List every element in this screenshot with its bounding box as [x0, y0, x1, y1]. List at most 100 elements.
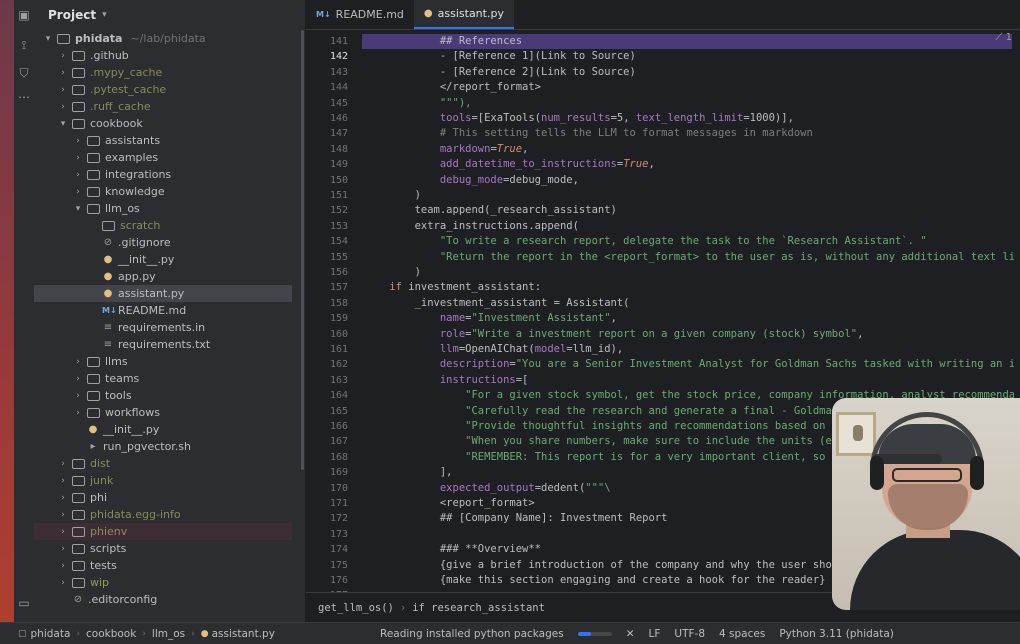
- code-line[interactable]: markdown=True,: [364, 142, 1014, 157]
- crumb-assistant-py[interactable]: assistant.py: [212, 628, 275, 640]
- project-panel-header[interactable]: Project ▾: [34, 0, 305, 30]
- tree-item[interactable]: › .github: [34, 47, 292, 64]
- crumb-cookbook[interactable]: cookbook: [86, 628, 136, 640]
- tree-item[interactable]: ● __init__.py: [34, 251, 292, 268]
- chevron-down-icon[interactable]: ▾: [42, 34, 54, 44]
- chevron-right-icon[interactable]: ›: [72, 153, 84, 163]
- tree-item[interactable]: ▾ cookbook: [34, 115, 292, 132]
- tree-item[interactable]: ▸ run_pgvector.sh: [34, 438, 292, 455]
- tree-item[interactable]: › wip: [34, 574, 292, 591]
- breadcrumb-condition[interactable]: if research_assistant: [412, 602, 545, 614]
- tree-item[interactable]: › tests: [34, 557, 292, 574]
- code-line[interactable]: debug_mode=debug_mode,: [364, 173, 1014, 188]
- chevron-right-icon[interactable]: ›: [57, 578, 69, 588]
- tree-item[interactable]: › assistants: [34, 132, 292, 149]
- tree-item[interactable]: › .mypy_cache: [34, 64, 292, 81]
- tree-item[interactable]: › scripts: [34, 540, 292, 557]
- code-line[interactable]: # This setting tells the LLM to format m…: [364, 126, 1014, 141]
- tree-item[interactable]: › phi: [34, 489, 292, 506]
- code-line[interactable]: ## References: [362, 34, 1012, 50]
- tree-item[interactable]: ● __init__.py: [34, 421, 292, 438]
- chevron-down-icon[interactable]: ▾: [102, 10, 107, 20]
- chevron-right-icon[interactable]: ›: [57, 544, 69, 554]
- code-line[interactable]: ): [364, 265, 1014, 280]
- chevron-right-icon[interactable]: ›: [57, 102, 69, 112]
- inspection-widget[interactable]: ⟋ 1: [995, 32, 1012, 43]
- code-line[interactable]: name="Investment Assistant",: [364, 311, 1014, 326]
- code-line[interactable]: llm=OpenAIChat(model=llm_id),: [364, 342, 1014, 357]
- code-line[interactable]: "Return the report in the <report_format…: [364, 250, 1014, 265]
- chevron-right-icon[interactable]: ›: [72, 357, 84, 367]
- tree-item[interactable]: › phidata.egg-info: [34, 506, 292, 523]
- tree-item[interactable]: › knowledge: [34, 183, 292, 200]
- code-line[interactable]: </report_format>: [364, 80, 1014, 95]
- tree-item[interactable]: M↓ README.md: [34, 302, 292, 319]
- code-line[interactable]: role="Write a investment report on a giv…: [364, 327, 1014, 342]
- tree-item[interactable]: ▾ phidata ~/lab/phidata: [34, 30, 292, 47]
- code-line[interactable]: """),: [364, 96, 1014, 111]
- tree-item[interactable]: scratch: [34, 217, 292, 234]
- breadcrumb-function[interactable]: get_llm_os(): [318, 602, 394, 614]
- tree-item[interactable]: › integrations: [34, 166, 292, 183]
- code-line[interactable]: _investment_assistant = Assistant(: [364, 296, 1014, 311]
- code-line[interactable]: if investment_assistant:: [364, 280, 1014, 295]
- chevron-right-icon[interactable]: ›: [57, 493, 69, 503]
- tree-item[interactable]: › junk: [34, 472, 292, 489]
- chevron-right-icon[interactable]: ›: [57, 527, 69, 537]
- chevron-right-icon[interactable]: ›: [72, 170, 84, 180]
- chevron-right-icon[interactable]: ›: [72, 187, 84, 197]
- tree-item[interactable]: › teams: [34, 370, 292, 387]
- tree-item[interactable]: ● assistant.py: [34, 285, 292, 302]
- tree-item[interactable]: › phienv: [34, 523, 292, 540]
- tree-item[interactable]: › workflows: [34, 404, 292, 421]
- tree-item[interactable]: › .ruff_cache: [34, 98, 292, 115]
- tree-item[interactable]: ≡ requirements.in: [34, 319, 292, 336]
- close-icon[interactable]: ✕: [626, 628, 635, 640]
- background-task[interactable]: Reading installed python packages: [380, 628, 564, 640]
- tree-item[interactable]: ● app.py: [34, 268, 292, 285]
- bookmark-icon[interactable]: ⛉: [17, 66, 31, 80]
- chevron-down-icon[interactable]: ▾: [72, 204, 84, 214]
- chevron-right-icon[interactable]: ›: [72, 408, 84, 418]
- chevron-right-icon[interactable]: ›: [72, 391, 84, 401]
- commit-icon[interactable]: ⟟: [17, 38, 31, 52]
- code-line[interactable]: "To write a research report, delegate th…: [364, 234, 1014, 249]
- chevron-right-icon[interactable]: ›: [57, 510, 69, 520]
- code-line[interactable]: ): [364, 188, 1014, 203]
- code-line[interactable]: description="You are a Senior Investment…: [364, 357, 1014, 372]
- tree-item[interactable]: › tools: [34, 387, 292, 404]
- chevron-right-icon[interactable]: ›: [57, 476, 69, 486]
- code-line[interactable]: extra_instructions.append(: [364, 219, 1014, 234]
- code-line[interactable]: - [Reference 1](Link to Source): [364, 49, 1014, 64]
- line-separator[interactable]: LF: [649, 628, 661, 640]
- code-line[interactable]: - [Reference 2](Link to Source): [364, 65, 1014, 80]
- tree-item[interactable]: › llms: [34, 353, 292, 370]
- code-line[interactable]: team.append(_research_assistant): [364, 203, 1014, 218]
- tree-scrollbar[interactable]: [301, 30, 304, 470]
- chevron-right-icon[interactable]: ›: [57, 85, 69, 95]
- chevron-down-icon[interactable]: ▾: [57, 119, 69, 129]
- code-line[interactable]: instructions=[: [364, 373, 1014, 388]
- tree-item[interactable]: › dist: [34, 455, 292, 472]
- tree-item[interactable]: ⊘ .editorconfig: [34, 591, 292, 608]
- chevron-right-icon[interactable]: ›: [72, 136, 84, 146]
- tree-item[interactable]: ≡ requirements.txt: [34, 336, 292, 353]
- chevron-right-icon[interactable]: ›: [57, 68, 69, 78]
- python-interpreter[interactable]: Python 3.11 (phidata): [779, 628, 894, 640]
- file-encoding[interactable]: UTF-8: [674, 628, 705, 640]
- indent-setting[interactable]: 4 spaces: [719, 628, 765, 640]
- folder-icon[interactable]: ▣: [17, 8, 31, 22]
- terminal-icon[interactable]: ▭: [17, 596, 31, 610]
- crumb-phidata[interactable]: phidata: [31, 628, 71, 640]
- crumb-llm-os[interactable]: llm_os: [152, 628, 185, 640]
- chevron-right-icon[interactable]: ›: [57, 561, 69, 571]
- chevron-right-icon[interactable]: ›: [57, 51, 69, 61]
- chevron-right-icon[interactable]: ›: [72, 374, 84, 384]
- tree-item[interactable]: › .pytest_cache: [34, 81, 292, 98]
- tree-item[interactable]: ▾ llm_os: [34, 200, 292, 217]
- chevron-right-icon[interactable]: ›: [57, 459, 69, 469]
- tab-readme[interactable]: M↓ README.md: [306, 0, 414, 29]
- code-line[interactable]: tools=[ExaTools(num_results=5, text_leng…: [364, 111, 1014, 126]
- tree-item[interactable]: › examples: [34, 149, 292, 166]
- tab-assistant-py[interactable]: ● assistant.py: [413, 0, 514, 29]
